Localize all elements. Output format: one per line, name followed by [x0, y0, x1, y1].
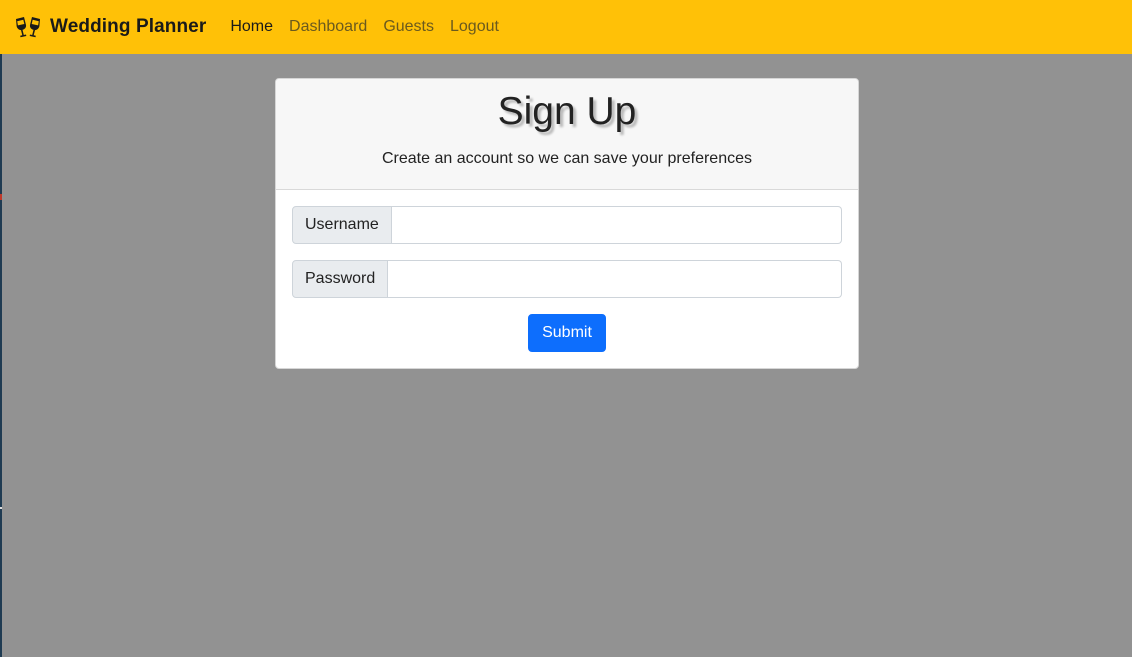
brand-link[interactable]: Wedding Planner: [14, 16, 206, 38]
username-input[interactable]: [391, 206, 842, 244]
password-label: Password: [292, 260, 389, 298]
brand-title: Wedding Planner: [50, 16, 207, 37]
nav-link-logout[interactable]: Logout: [450, 18, 499, 36]
navbar: Wedding Planner Home Dashboard Guests Lo…: [0, 0, 1132, 54]
window-edge: [0, 0, 2, 657]
page-subtitle: Create an account so we can save your pr…: [382, 150, 752, 167]
champagne-glasses-icon: [14, 16, 42, 38]
card-body: Username Password Submit: [276, 190, 858, 352]
signup-card: Sign Up Create an account so we can save…: [275, 78, 859, 369]
nav-link-guests[interactable]: Guests: [383, 18, 434, 36]
edge-marker: [0, 507, 2, 509]
edge-marker: [0, 194, 2, 200]
page-title: Sign Up: [497, 90, 637, 133]
username-group: Username: [292, 206, 842, 244]
nav-link-home[interactable]: Home: [230, 18, 273, 36]
nav-links: Home Dashboard Guests Logout: [230, 18, 515, 36]
nav-link-dashboard[interactable]: Dashboard: [289, 18, 367, 36]
username-label: Username: [292, 206, 392, 244]
submit-row: Submit: [292, 314, 842, 352]
card-header: Sign Up Create an account so we can save…: [276, 79, 858, 190]
password-input[interactable]: [388, 260, 842, 298]
password-group: Password: [292, 260, 842, 298]
submit-button[interactable]: Submit: [528, 314, 606, 352]
